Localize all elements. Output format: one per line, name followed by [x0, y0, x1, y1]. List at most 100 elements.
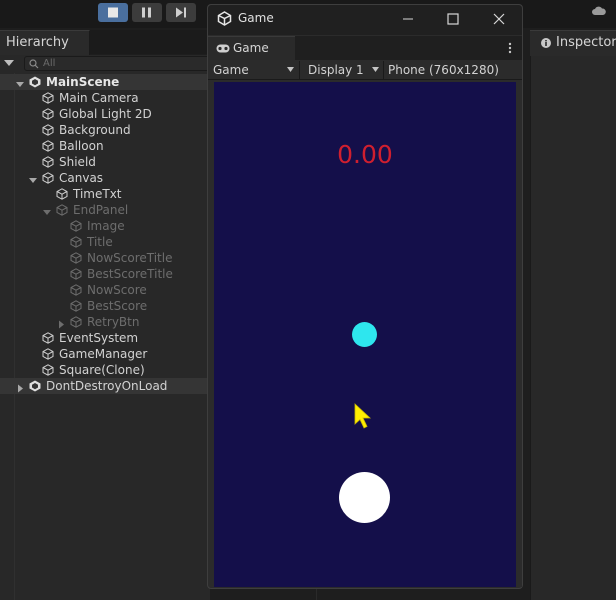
maximize-icon[interactable]: [444, 10, 462, 28]
gameobject-cube-icon: [56, 188, 68, 200]
hierarchy-row[interactable]: EndPanel: [0, 202, 210, 218]
expand-arrow-right-icon[interactable]: [16, 381, 24, 393]
hierarchy-row[interactable]: Background: [0, 122, 210, 138]
gameobject-cube-icon: [42, 348, 54, 360]
minimize-icon[interactable]: [399, 10, 417, 28]
close-icon[interactable]: [490, 10, 508, 28]
unity-scene-icon: [29, 380, 41, 392]
viewport-scrollbar[interactable]: [516, 82, 522, 587]
gameobject-cube-icon: [42, 140, 54, 152]
gameobject-cube-icon: [42, 332, 54, 344]
hierarchy-row-label: Global Light 2D: [59, 107, 152, 121]
pause-button[interactable]: [132, 3, 162, 22]
pause-icon: [142, 7, 151, 18]
hierarchy-row[interactable]: GameManager: [0, 346, 210, 362]
gameobject-cube-icon: [70, 220, 82, 232]
inspector-panel: [530, 30, 616, 600]
expand-arrow-down-icon[interactable]: [43, 205, 51, 215]
hierarchy-row-label: NowScoreTitle: [87, 251, 173, 265]
unity-scene-icon: [29, 76, 41, 88]
hierarchy-row[interactable]: Square(Clone): [0, 362, 210, 378]
stop-button[interactable]: [98, 3, 128, 22]
display-dropdown[interactable]: Display 1: [308, 61, 364, 79]
resolution-dropdown[interactable]: Phone (760x1280): [388, 61, 499, 79]
gameobject-cube-icon: [42, 92, 54, 104]
gameobject-cube-icon: [70, 316, 82, 328]
mode-dropdown[interactable]: Game: [213, 61, 249, 79]
hierarchy-row-label: Square(Clone): [59, 363, 145, 377]
hierarchy-row-label: Background: [59, 123, 131, 137]
gameobject-cube-icon: [70, 252, 82, 264]
hierarchy-row[interactable]: Canvas: [0, 170, 210, 186]
hierarchy-row-label: BestScore: [87, 299, 148, 313]
chevron-down-icon: [372, 67, 379, 72]
gamepad-icon: [216, 44, 230, 53]
info-icon: [541, 38, 551, 48]
game-tab-label: Game: [233, 41, 269, 55]
hierarchy-row-label: MainScene: [46, 75, 120, 89]
hierarchy-search-input[interactable]: All: [24, 56, 210, 71]
hierarchy-row-label: Image: [87, 219, 125, 233]
hierarchy-row-label: DontDestroyOnLoad: [46, 379, 168, 393]
hierarchy-row-label: RetryBtn: [87, 315, 140, 329]
cursor-icon: [354, 403, 372, 429]
gameobject-cube-icon: [70, 300, 82, 312]
hierarchy-row-label: GameManager: [59, 347, 148, 361]
hierarchy-row-label: EndPanel: [73, 203, 129, 217]
dropdown-arrow-icon[interactable]: [4, 60, 14, 68]
hierarchy-row[interactable]: BestScore: [0, 298, 210, 314]
hierarchy-row-label: BestScoreTitle: [87, 267, 173, 281]
hierarchy-row[interactable]: TimeTxt: [0, 186, 210, 202]
search-placeholder: All: [43, 58, 56, 69]
hierarchy-row[interactable]: Global Light 2D: [0, 106, 210, 122]
hierarchy-row[interactable]: EventSystem: [0, 330, 210, 346]
gameobject-cube-icon: [70, 236, 82, 248]
hierarchy-row-label: Shield: [59, 155, 96, 169]
gameobject-cube-icon: [56, 204, 68, 216]
hierarchy-row[interactable]: Balloon: [0, 138, 210, 154]
gameobject-cube-icon: [42, 156, 54, 168]
hierarchy-row-label: Title: [87, 235, 113, 249]
toolbar-separator: [299, 61, 300, 79]
hierarchy-scene-row[interactable]: MainScene: [0, 74, 210, 90]
hierarchy-row[interactable]: Title: [0, 234, 210, 250]
unity-logo-icon: [217, 11, 232, 26]
more-options-icon[interactable]: [506, 42, 514, 54]
expand-arrow-down-icon[interactable]: [29, 173, 37, 183]
hierarchy-row[interactable]: Image: [0, 218, 210, 234]
hierarchy-row-label: Balloon: [59, 139, 104, 153]
game-window-title: Game: [238, 11, 274, 25]
gameobject-cube-icon: [42, 364, 54, 376]
balloon-ball: [339, 472, 390, 523]
hierarchy-row[interactable]: RetryBtn: [0, 314, 210, 330]
step-button[interactable]: [166, 3, 196, 22]
inspector-tab-label: Inspector: [556, 35, 616, 50]
gameobject-cube-icon: [42, 108, 54, 120]
score-text: 0.00: [337, 140, 393, 169]
toolbar-separator: [383, 61, 384, 79]
hierarchy-row[interactable]: NowScoreTitle: [0, 250, 210, 266]
hierarchy-scene-row[interactable]: DontDestroyOnLoad: [0, 378, 210, 394]
hierarchy-row[interactable]: Main Camera: [0, 90, 210, 106]
hierarchy-row[interactable]: Shield: [0, 154, 210, 170]
expand-arrow-down-icon[interactable]: [16, 77, 24, 87]
gameobject-cube-icon: [70, 284, 82, 296]
stop-icon: [108, 7, 118, 18]
hierarchy-row-label: Main Camera: [59, 91, 139, 105]
hierarchy-row-label: Canvas: [59, 171, 104, 185]
hierarchy-row-label: NowScore: [87, 283, 147, 297]
cloud-icon[interactable]: [592, 6, 606, 16]
chevron-down-icon: [287, 67, 294, 72]
step-icon: [176, 7, 186, 18]
search-icon: [29, 59, 39, 69]
gameobject-cube-icon: [42, 172, 54, 184]
gameobject-cube-icon: [70, 268, 82, 280]
expand-arrow-right-icon[interactable]: [57, 317, 65, 329]
hierarchy-row-label: EventSystem: [59, 331, 139, 345]
small-ball: [352, 322, 377, 347]
hierarchy-row[interactable]: NowScore: [0, 282, 210, 298]
gameobject-cube-icon: [42, 124, 54, 136]
hierarchy-tab-label: Hierarchy: [6, 35, 69, 50]
hierarchy-row[interactable]: BestScoreTitle: [0, 266, 210, 282]
hierarchy-row-label: TimeTxt: [73, 187, 122, 201]
